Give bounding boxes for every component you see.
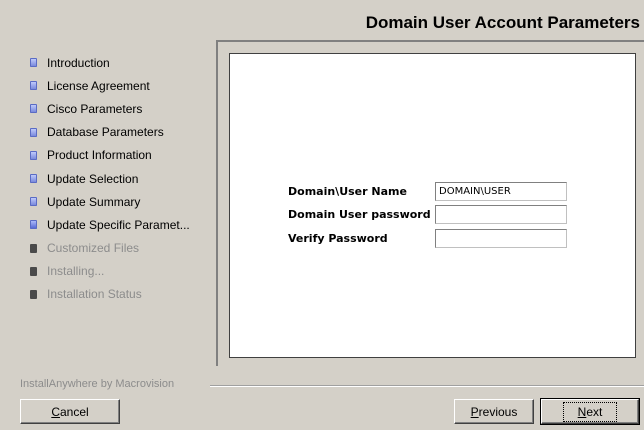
step-done-icon [30,81,37,91]
footer-divider [210,385,644,387]
step-item-customized-files: Customized Files [30,237,190,260]
step-pending-icon [30,243,37,253]
previous-button[interactable]: Previous [454,399,534,424]
verify-password-field[interactable] [435,229,567,248]
step-done-icon [30,127,37,137]
username-field[interactable] [435,182,567,201]
step-done-icon [30,174,37,184]
verify-password-label: Verify Password [288,232,388,245]
step-label: Installing... [47,264,105,279]
brand-label: InstallAnywhere by Macrovision [20,378,175,390]
step-pending-icon [30,289,37,299]
step-label: Database Parameters [47,125,164,140]
step-done-icon [30,197,37,207]
step-item-cisco-parameters: Cisco Parameters [30,97,190,120]
step-label: Installation Status [47,287,142,302]
username-label: Domain\User Name [288,185,407,198]
page-title: Domain User Account Parameters [365,13,640,32]
step-item-installation-status: Installation Status [30,283,190,306]
password-field[interactable] [435,205,567,224]
next-button[interactable]: Next [540,398,640,425]
next-focus-ring: Next [562,401,618,422]
step-item-introduction: Introduction [30,51,190,74]
step-label: Update Selection [47,171,139,186]
step-current-icon [30,220,37,230]
step-item-database-parameters: Database Parameters [30,121,190,144]
cancel-button[interactable]: Cancel [20,399,120,424]
step-label: Introduction [47,55,110,70]
step-item-update-specific-parameters: Update Specific Paramet... [30,213,190,236]
password-label: Domain User password [288,208,431,221]
password-row: Domain User password [288,205,567,224]
form-area: Domain\User Name Domain User password Ve… [229,53,636,358]
step-done-icon [30,104,37,114]
next-label: ext [586,404,603,419]
step-item-license-agreement: License Agreement [30,74,190,97]
step-label: Update Specific Paramet... [47,217,190,232]
step-label: Cisco Parameters [47,101,143,116]
step-item-update-summary: Update Summary [30,190,190,213]
username-row: Domain\User Name [288,182,567,201]
step-done-icon [30,150,37,160]
step-item-product-information: Product Information [30,144,190,167]
step-item-installing: Installing... [30,260,190,283]
cancel-label: ancel [59,404,89,419]
step-list: Introduction License Agreement Cisco Par… [30,51,190,306]
content-panel: Domain\User Name Domain User password Ve… [216,40,644,366]
step-item-update-selection: Update Selection [30,167,190,190]
verify-password-row: Verify Password [288,229,567,248]
cancel-mnemonic: C [51,404,60,419]
previous-mnemonic: P [470,404,479,419]
step-label: Update Summary [47,194,141,209]
previous-label: revious [478,404,518,419]
step-label: Product Information [47,148,152,163]
step-pending-icon [30,266,37,276]
step-done-icon [30,58,37,68]
step-label: Customized Files [47,241,140,256]
step-label: License Agreement [47,78,150,93]
